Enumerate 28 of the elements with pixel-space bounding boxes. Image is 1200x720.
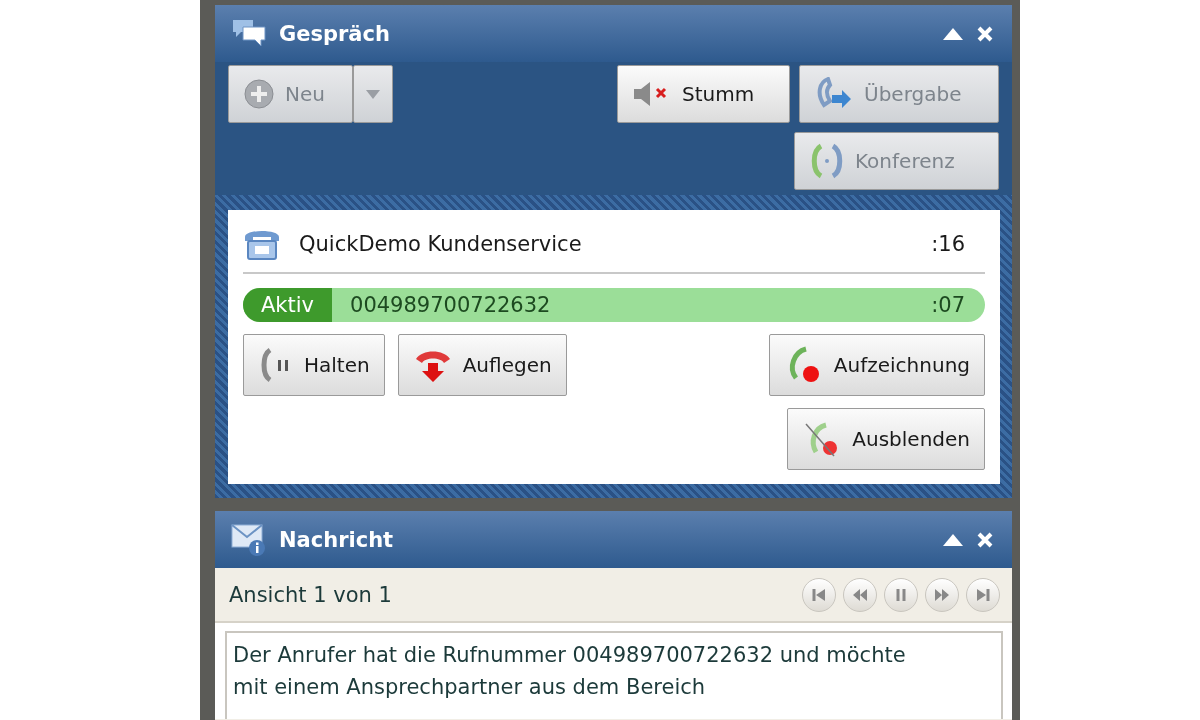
view-counter: Ansicht 1 von 1: [229, 582, 393, 607]
panel-title: Gespräch: [279, 21, 391, 46]
panel-title: Nachricht: [279, 527, 395, 552]
collapse-icon[interactable]: [942, 532, 964, 547]
close-icon[interactable]: [976, 24, 994, 43]
plus-circle-icon: [243, 78, 275, 110]
last-icon-button[interactable]: [966, 577, 1000, 612]
caller-name: QuickDemo Kundenservice: [299, 232, 583, 256]
line-duration: :07: [931, 293, 966, 317]
collapse-icon[interactable]: [942, 26, 964, 41]
call-control-button[interactable]: Aufzeichnung: [768, 334, 985, 396]
call-control-button[interactable]: Ausblenden: [787, 408, 985, 470]
call-control-button[interactable]: Halten: [243, 334, 385, 396]
first-icon-button[interactable]: [802, 577, 836, 612]
call-status: Aktiv: [243, 288, 333, 322]
call-duration: :16: [931, 232, 966, 256]
fast-forward-icon-button[interactable]: [925, 577, 959, 612]
envelope-info-icon: [231, 522, 267, 557]
pause-icon-button[interactable]: [884, 577, 918, 612]
close-icon[interactable]: [976, 530, 994, 549]
caret-icon: [366, 89, 380, 99]
phone-number: 004989700722632: [349, 293, 552, 317]
call-action-button[interactable]: Stumm: [617, 65, 790, 123]
rewind-icon-button[interactable]: [843, 577, 877, 612]
call-control-button[interactable]: Auflegen: [397, 334, 567, 396]
conference-phones-icon: [809, 143, 845, 179]
dropdown-button[interactable]: [353, 65, 393, 123]
message-text: Der Anrufer hat die Rufnummer 004989700722632 und möchte mit einem Ansprechpartner aus dem Bereich: [225, 631, 1003, 719]
